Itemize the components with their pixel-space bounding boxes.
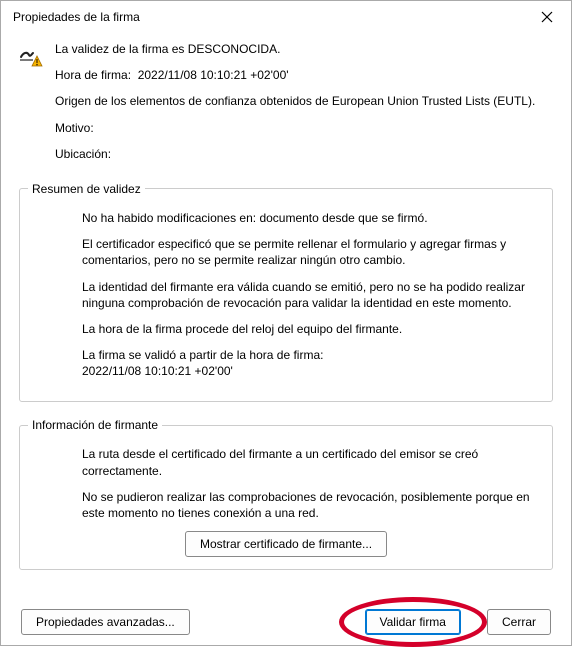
signer-info-group: Información de firmante La ruta desde el… <box>19 418 553 570</box>
reason-line: Motivo: <box>55 120 553 136</box>
close-button[interactable] <box>533 7 561 27</box>
clock-source-line: La hora de la firma procede del reloj de… <box>82 321 538 337</box>
trust-source-line: Origen de los elementos de confianza obt… <box>55 93 553 109</box>
signer-info-legend: Información de firmante <box>28 418 162 432</box>
revocation-fail-line: No se pudieron realizar las comprobacion… <box>82 489 538 521</box>
titlebar: Propiedades de la firma <box>1 1 571 33</box>
validated-from-block: La firma se validó a partir de la hora d… <box>82 347 538 379</box>
top-text: La validez de la firma es DESCONOCIDA. H… <box>55 37 553 172</box>
validated-from-value: 2022/11/08 10:10:21 +02'00' <box>82 364 233 378</box>
show-cert-row: Mostrar certificado de firmante... <box>28 531 544 557</box>
signing-time-value: 2022/11/08 10:10:21 +02'00' <box>138 68 289 82</box>
location-line: Ubicación: <box>55 146 553 162</box>
validity-summary-group: Resumen de validez No ha habido modifica… <box>19 182 553 403</box>
certifier-permissions-line: El certificador especificó que se permit… <box>82 236 538 268</box>
validity-status-line: La validez de la firma es DESCONOCIDA. <box>55 41 553 57</box>
dialog-content: La validez de la firma es DESCONOCIDA. H… <box>1 33 571 645</box>
signature-warning-icon <box>19 43 45 67</box>
advanced-properties-button[interactable]: Propiedades avanzadas... <box>21 609 190 635</box>
validity-summary-legend: Resumen de validez <box>28 182 145 196</box>
icon-column <box>19 37 55 172</box>
no-modifications-line: No ha habido modificaciones en: document… <box>82 210 538 226</box>
signer-info-text: La ruta desde el certificado del firmant… <box>28 446 544 521</box>
signing-time-label: Hora de firma: <box>55 68 131 82</box>
cert-path-line: La ruta desde el certificado del firmant… <box>82 446 538 478</box>
validated-from-label: La firma se validó a partir de la hora d… <box>82 348 323 362</box>
bottom-right-group: Validar firma Cerrar <box>365 609 551 635</box>
top-section: La validez de la firma es DESCONOCIDA. H… <box>19 37 553 176</box>
signing-time-line: Hora de firma: 2022/11/08 10:10:21 +02'0… <box>55 67 553 83</box>
validity-summary-text: No ha habido modificaciones en: document… <box>28 210 544 380</box>
close-dialog-button[interactable]: Cerrar <box>487 609 551 635</box>
window-title: Propiedades de la firma <box>13 10 140 24</box>
close-icon <box>541 11 553 23</box>
identity-status-line: La identidad del firmante era válida cua… <box>82 279 538 311</box>
show-signer-certificate-button[interactable]: Mostrar certificado de firmante... <box>185 531 387 557</box>
signature-properties-dialog: Propiedades de la firma <box>0 0 572 646</box>
bottom-button-row: Propiedades avanzadas... Validar firma C… <box>19 603 553 637</box>
validate-signature-button[interactable]: Validar firma <box>365 609 461 635</box>
